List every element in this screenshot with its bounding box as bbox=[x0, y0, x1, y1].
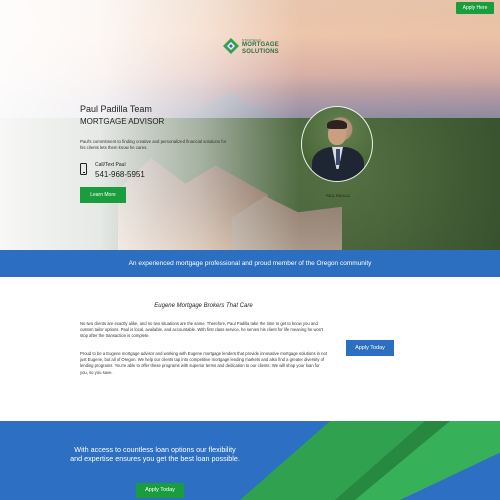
footer-cta-text: With access to countless loan options ou… bbox=[70, 445, 240, 463]
team-role: MORTGAGE ADVISOR bbox=[80, 117, 165, 126]
advisor-photo-caption: PAUL PADILLA bbox=[326, 194, 350, 198]
photo-tie bbox=[336, 149, 340, 165]
learn-more-button[interactable]: Learn More bbox=[80, 187, 126, 203]
call-label: Call/Text Paul bbox=[95, 162, 126, 168]
team-name: Paul Padilla Team bbox=[80, 104, 152, 114]
logo-text-solutions: SOLUTIONS bbox=[242, 49, 279, 55]
apply-here-button[interactable]: Apply Here bbox=[456, 2, 494, 14]
team-description: Paul's commitment to finding creative an… bbox=[80, 139, 227, 150]
phone-icon bbox=[80, 163, 87, 175]
logo-mark-icon bbox=[223, 38, 239, 54]
section-title: Eugene Mortgage Brokers That Care bbox=[154, 303, 253, 309]
advisor-photo bbox=[301, 106, 373, 182]
logo-text-mortgage: MORTGAGE bbox=[242, 42, 279, 48]
community-banner: An experienced mortgage professional and… bbox=[0, 250, 500, 277]
hero-section: STRATEGIC MORTGAGE SOLUTIONS Paul Padill… bbox=[0, 0, 500, 250]
photo-hair bbox=[327, 120, 347, 129]
phone-number-link[interactable]: 541-968-5951 bbox=[95, 170, 145, 179]
about-paragraph-1: No two clients are exactly alike, and no… bbox=[80, 321, 324, 339]
company-logo[interactable]: STRATEGIC MORTGAGE SOLUTIONS bbox=[222, 37, 284, 57]
footer-apply-today-button[interactable]: Apply Today bbox=[136, 483, 184, 498]
apply-today-button[interactable]: Apply Today bbox=[346, 340, 394, 356]
footer-cta-section: With access to countless loan options ou… bbox=[0, 421, 500, 500]
about-paragraph-2: Proud to be a Eugene mortgage advisor an… bbox=[80, 351, 327, 375]
